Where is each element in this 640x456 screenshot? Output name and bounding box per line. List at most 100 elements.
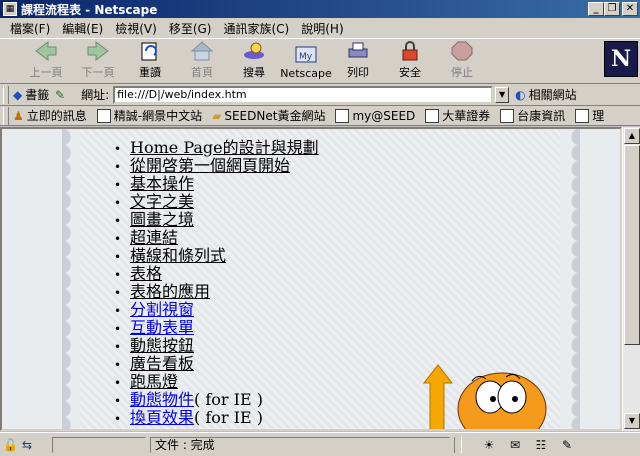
menu-help[interactable]: 說明(H) [295, 20, 349, 37]
course-link[interactable]: 動態物件 [130, 390, 194, 409]
window-controls: _ ❐ ✕ [588, 2, 638, 16]
bookmark-netscape-chinese[interactable]: 精誠-網景中文站 [96, 107, 203, 124]
composer-icon[interactable]: ✎ [558, 437, 576, 453]
security-status-icon[interactable]: 🔓 [3, 438, 18, 452]
course-link[interactable]: 表格的應用 [130, 282, 210, 301]
menu-file[interactable]: 檔案(F) [4, 20, 56, 37]
back-label: 上一頁 [29, 66, 63, 79]
toolbar-grip[interactable] [3, 85, 9, 104]
course-link[interactable]: 文字之美 [130, 192, 194, 211]
status-text: 文件 : 完成 [150, 436, 450, 453]
course-list-item: 動態按鈕 [114, 337, 319, 355]
course-link[interactable]: 廣告看板 [130, 354, 194, 373]
stop-icon [450, 40, 474, 62]
reload-label: 重讀 [139, 66, 161, 79]
menu-bar: 檔案(F) 編輯(E) 檢視(V) 移至(G) 通訊家族(C) 說明(H) [0, 18, 640, 38]
mail-icon[interactable]: ✉ [506, 437, 524, 453]
bookmark-dahua-securities[interactable]: 大華證券 [425, 107, 490, 124]
course-link[interactable]: 表格 [130, 264, 162, 283]
garfield-image [422, 364, 547, 429]
netscape-logo[interactable]: N [604, 41, 638, 77]
course-list-item: 表格的應用 [114, 283, 319, 301]
course-link[interactable]: 互動表單 [130, 318, 194, 337]
bookmarks-button[interactable]: ◆ 書籤 [13, 86, 75, 103]
bookmark-taikang-info[interactable]: 台康資訊 [500, 107, 565, 124]
course-list: Home Page的設計與規劃從開啓第一個網頁開始基本操作文字之美圖畫之境超連結… [114, 139, 319, 427]
course-link[interactable]: 從開啓第一個網頁開始 [130, 156, 290, 175]
course-link[interactable]: 跑馬燈 [130, 372, 178, 391]
reload-icon [138, 40, 162, 62]
print-icon [346, 40, 370, 62]
course-link[interactable]: 橫線和條列式 [130, 246, 226, 265]
vertical-scrollbar[interactable]: ▲ ▼ [622, 127, 640, 431]
menu-view[interactable]: 檢視(V) [109, 20, 163, 37]
status-grip [454, 436, 462, 453]
menu-communicator[interactable]: 通訊家族(C) [217, 20, 295, 37]
course-link[interactable]: 分割視窗 [130, 300, 194, 319]
reload-button[interactable]: 重讀 [124, 39, 176, 83]
navigation-toolbar: 上一頁 下一頁 重讀 首頁 搜尋 My Netscape 列印 安全 停止 [0, 38, 640, 84]
maximize-button[interactable]: ❐ [604, 2, 620, 16]
address-input[interactable] [113, 85, 494, 104]
course-list-item: 跑馬燈 [114, 373, 319, 391]
back-button[interactable]: 上一頁 [20, 39, 72, 83]
lock-icon [398, 40, 422, 62]
component-bar: ☀ ✉ ☷ ✎ [480, 437, 576, 453]
address-dropdown-button[interactable]: ▼ [495, 86, 510, 103]
course-list-item: 分割視窗 [114, 301, 319, 319]
bookmark-overflow[interactable]: 理 [575, 107, 604, 124]
bookmark-seednet-folder[interactable]: ▰ SEEDNet黃金網站 [212, 107, 325, 124]
course-link[interactable]: 圖畫之境 [130, 210, 194, 229]
bookmarks-label: 書籤 [25, 88, 50, 102]
search-button[interactable]: 搜尋 [228, 39, 280, 83]
home-button[interactable]: 首頁 [176, 39, 228, 83]
page-content: Home Page的設計與規劃從開啓第一個網頁開始基本操作文字之美圖畫之境超連結… [0, 127, 622, 431]
home-icon [190, 40, 214, 62]
course-list-item: 廣告看板 [114, 355, 319, 373]
close-button[interactable]: ✕ [622, 2, 638, 16]
discussion-icon[interactable]: ☷ [532, 437, 550, 453]
stop-button[interactable]: 停止 [436, 39, 488, 83]
security-label: 安全 [399, 66, 421, 79]
related-sites-label: 相關網站 [528, 88, 577, 102]
course-list-item: 互動表單 [114, 319, 319, 337]
print-label: 列印 [347, 66, 369, 79]
course-link[interactable]: 動態按鈕 [130, 336, 194, 355]
netscape-button[interactable]: My Netscape [280, 39, 332, 83]
bookmarks-icon: ◆ [13, 87, 23, 102]
connection-icon: ⇆ [21, 437, 33, 452]
course-link[interactable]: Home Page的設計與規劃 [130, 138, 319, 157]
bookmark-label: 理 [592, 109, 605, 123]
menu-go[interactable]: 移至(G) [163, 20, 218, 37]
navigator-icon[interactable]: ☀ [480, 437, 498, 453]
page-proxy-icon[interactable]: ✎ [55, 88, 65, 102]
bookmark-label: 精誠-網景中文站 [113, 109, 203, 123]
course-list-item: 從開啓第一個網頁開始 [114, 157, 319, 175]
scroll-up-button[interactable]: ▲ [624, 128, 640, 144]
forward-button[interactable]: 下一頁 [72, 39, 124, 83]
course-link[interactable]: 基本操作 [130, 174, 194, 193]
course-link[interactable]: 換頁效果 [130, 408, 194, 427]
folder-icon: ▰ [212, 108, 222, 123]
bookmark-label: SEEDNet黃金網站 [224, 109, 326, 123]
bookmark-myseed[interactable]: my@SEED [335, 108, 415, 123]
toolbar-grip[interactable] [3, 106, 9, 125]
bookmark-instant-message[interactable]: ♟ 立即的訊息 [13, 107, 87, 124]
scroll-down-button[interactable]: ▼ [624, 413, 640, 429]
related-sites-button[interactable]: ◐ 相關網站 [515, 86, 577, 103]
security-button[interactable]: 安全 [384, 39, 436, 83]
bookmark-label: 台康資訊 [517, 109, 566, 123]
page-icon [425, 108, 440, 123]
back-arrow-icon [34, 40, 58, 62]
course-list-item: 超連結 [114, 229, 319, 247]
print-button[interactable]: 列印 [332, 39, 384, 83]
page-icon [500, 108, 515, 123]
browser-note: ( for IE ) [194, 390, 263, 409]
minimize-button[interactable]: _ [588, 2, 604, 16]
stop-label: 停止 [451, 66, 473, 79]
menu-edit[interactable]: 編輯(E) [56, 20, 109, 37]
course-link[interactable]: 超連結 [130, 228, 178, 247]
app-icon: ▦ [3, 2, 17, 16]
scroll-thumb[interactable] [624, 145, 640, 345]
browser-note: ( for IE ) [194, 408, 263, 427]
